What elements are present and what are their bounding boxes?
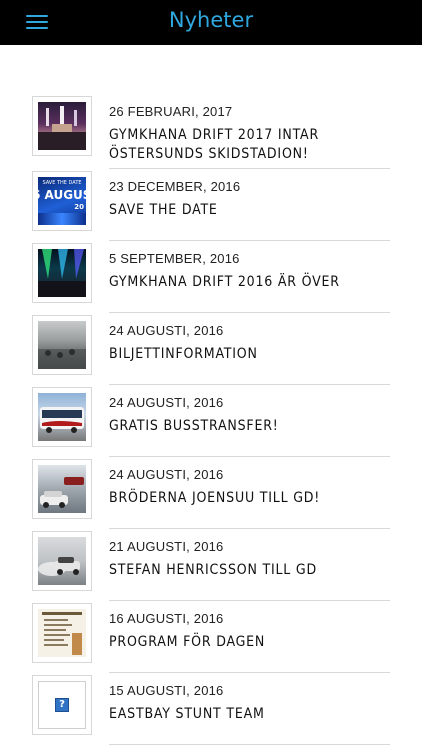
news-date: 26 FEBRUARI, 2017 [109, 104, 233, 119]
news-title: PROGRAM FÖR DAGEN [109, 634, 266, 650]
news-thumbnail [32, 387, 92, 447]
news-title: GYMKHANA DRIFT 2016 ÄR ÖVER [109, 274, 340, 290]
news-thumbnail [32, 96, 92, 156]
news-thumbnail: ? [32, 675, 92, 735]
page-title: Nyheter [168, 8, 254, 32]
news-thumbnail [32, 459, 92, 519]
news-date: 24 AUGUSTI, 2016 [109, 395, 224, 410]
thumb-caption-small: SAVE THE DATE [42, 180, 82, 186]
news-thumbnail [32, 243, 92, 303]
news-item[interactable]: 5 SEPTEMBER, 2016 GYMKHANA DRIFT 2016 ÄR… [0, 241, 422, 313]
news-date: 16 AUGUSTI, 2016 [109, 611, 224, 626]
news-thumbnail [32, 531, 92, 591]
divider [109, 744, 390, 745]
news-item[interactable]: SAVE THE DATE 6 AUGUST 20 23 DECEMBER, 2… [0, 169, 422, 241]
news-item[interactable]: 24 AUGUSTI, 2016 BILJETTINFORMATION [0, 313, 422, 385]
news-title: GRATIS BUSSTRANSFER! [109, 418, 279, 434]
top-bar: Nyheter [0, 0, 422, 45]
news-date: 21 AUGUSTI, 2016 [109, 539, 224, 554]
news-item[interactable]: 26 FEBRUARI, 2017 GYMKHANA DRIFT 2017 IN… [0, 94, 422, 169]
news-item[interactable]: ? 15 AUGUSTI, 2016 EASTBAY STUNT TEAM [0, 673, 422, 745]
news-thumbnail: SAVE THE DATE 6 AUGUST 20 [32, 171, 92, 231]
news-thumbnail [32, 603, 92, 663]
news-title: EASTBAY STUNT TEAM [109, 706, 265, 722]
news-list: 26 FEBRUARI, 2017 GYMKHANA DRIFT 2017 IN… [0, 94, 422, 745]
news-date: 15 AUGUSTI, 2016 [109, 683, 224, 698]
news-item[interactable]: 24 AUGUSTI, 2016 GRATIS BUSSTRANSFER! [0, 385, 422, 457]
news-date: 24 AUGUSTI, 2016 [109, 323, 224, 338]
news-title: GYMKHANA DRIFT 2017 INTAR ÖSTERSUNDS SKI… [109, 127, 319, 162]
news-date: 23 DECEMBER, 2016 [109, 179, 241, 194]
news-item[interactable]: 21 AUGUSTI, 2016 STEFAN HENRICSSON TILL … [0, 529, 422, 601]
news-title: STEFAN HENRICSSON TILL GD [109, 562, 317, 578]
thumb-caption-main: 6 AUGUST [38, 188, 86, 202]
news-item[interactable]: 16 AUGUSTI, 2016 PROGRAM FÖR DAGEN [0, 601, 422, 673]
news-title: BILJETTINFORMATION [109, 346, 258, 362]
news-title: BRÖDERNA JOENSUU TILL GD! [109, 490, 321, 506]
news-item[interactable]: 24 AUGUSTI, 2016 BRÖDERNA JOENSUU TILL G… [0, 457, 422, 529]
missing-image-icon: ? [55, 698, 69, 712]
thumb-caption-sub: 20 [74, 203, 84, 211]
news-thumbnail [32, 315, 92, 375]
news-date: 24 AUGUSTI, 2016 [109, 467, 224, 482]
news-title: SAVE THE DATE [109, 202, 218, 218]
news-date: 5 SEPTEMBER, 2016 [109, 251, 240, 266]
missing-image-glyph: ? [59, 699, 65, 710]
